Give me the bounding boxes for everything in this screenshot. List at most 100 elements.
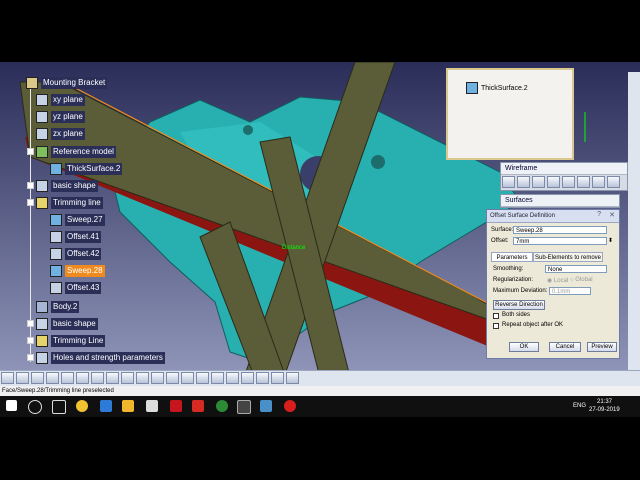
tree-item[interactable]: Sweep.28: [50, 264, 105, 278]
explorer-icon[interactable]: [122, 400, 134, 412]
expand-toggle[interactable]: [27, 354, 34, 361]
expand-toggle[interactable]: [27, 199, 34, 206]
tab-parameters[interactable]: Parameters: [491, 252, 533, 262]
tree-item[interactable]: Holes and strength parameters: [36, 351, 165, 365]
reg-local-radio[interactable]: ◉ Local: [547, 277, 568, 284]
redo-icon[interactable]: [121, 372, 134, 384]
cancel-button[interactable]: Cancel: [549, 342, 581, 352]
iso-view-icon[interactable]: [226, 372, 239, 384]
language-indicator[interactable]: ENG: [573, 403, 586, 409]
expand-toggle[interactable]: [27, 148, 34, 155]
shading-icon[interactable]: [241, 372, 254, 384]
tab-sub-elements[interactable]: Sub-Elements to remove: [533, 252, 603, 262]
tree-item-label: Offset.43: [65, 282, 102, 294]
offset-field[interactable]: 7mm: [513, 237, 607, 245]
app-icon[interactable]: [216, 400, 228, 412]
tree-item-label: zx plane: [51, 128, 85, 140]
helix-icon[interactable]: [592, 176, 605, 188]
new-icon[interactable]: [1, 372, 14, 384]
reg-global-radio[interactable]: ○ Global: [570, 277, 593, 283]
task-view-icon[interactable]: [52, 400, 66, 414]
reg-global-label: Global: [575, 277, 593, 283]
body-icon: [36, 301, 48, 313]
tree-item[interactable]: basic shape: [36, 179, 98, 193]
tree-item[interactable]: ThickSurface.2: [50, 162, 123, 176]
tree-item[interactable]: zx plane: [36, 127, 85, 141]
repeat-object-checkbox[interactable]: [493, 323, 499, 329]
expand-toggle[interactable]: [27, 337, 34, 344]
search-icon[interactable]: [28, 400, 42, 414]
reverse-direction-button[interactable]: Reverse Direction: [493, 300, 545, 310]
windows-start-icon[interactable]: [6, 400, 17, 411]
clock-date[interactable]: 27-09-2019: [589, 407, 620, 413]
preview-item: ThickSurface.2: [466, 82, 528, 94]
open-icon[interactable]: [16, 372, 29, 384]
tree-item-label: Reference model: [51, 146, 116, 158]
smoothing-select[interactable]: None: [545, 265, 607, 273]
paste-icon[interactable]: [91, 372, 104, 384]
zoom-out-icon[interactable]: [196, 372, 209, 384]
offset-label: Offset:: [491, 238, 509, 244]
circle-icon[interactable]: [562, 176, 575, 188]
close-icon[interactable]: ✕: [609, 211, 615, 219]
surface-field[interactable]: Sweep.28: [513, 226, 607, 234]
catia-taskbar-icon[interactable]: [237, 400, 251, 414]
measure-icon[interactable]: [286, 372, 299, 384]
tree-item[interactable]: yz plane: [36, 110, 85, 124]
undo-icon[interactable]: [106, 372, 119, 384]
plane-icon[interactable]: [532, 176, 545, 188]
hide-show-icon[interactable]: [256, 372, 269, 384]
spinner-icon[interactable]: ⬍: [608, 237, 613, 244]
tree-item[interactable]: Offset.41: [50, 230, 102, 244]
chrome-icon[interactable]: [76, 400, 88, 412]
point-icon[interactable]: [502, 176, 515, 188]
tree-item[interactable]: Body.2: [36, 300, 80, 314]
preview-window[interactable]: ThickSurface.2: [446, 68, 574, 160]
netflix-icon[interactable]: [170, 400, 182, 412]
preview-label: Preview: [591, 344, 613, 350]
copy-icon[interactable]: [76, 372, 89, 384]
tree-item[interactable]: Offset.42: [50, 247, 102, 261]
right-toolbar[interactable]: [628, 72, 640, 402]
recorder-icon[interactable]: [284, 400, 296, 412]
rotate-icon[interactable]: [166, 372, 179, 384]
tree-item[interactable]: Sweep.27: [50, 213, 105, 227]
help-icon[interactable]: ?: [597, 211, 601, 218]
offset-icon: [50, 282, 62, 294]
max-deviation-field[interactable]: 0.1mm: [549, 287, 591, 295]
swap-space-icon[interactable]: [271, 372, 284, 384]
specification-tree: Mounting Bracket xy plane yz plane zx pl…: [0, 62, 200, 372]
ok-button[interactable]: OK: [509, 342, 539, 352]
spline-icon[interactable]: [577, 176, 590, 188]
curve-icon[interactable]: [607, 176, 620, 188]
pan-icon[interactable]: [151, 372, 164, 384]
print-icon[interactable]: [46, 372, 59, 384]
expand-toggle[interactable]: [27, 182, 34, 189]
app-icon[interactable]: [260, 400, 272, 412]
tree-item[interactable]: Trimming Line: [36, 334, 106, 348]
tree-item[interactable]: basic shape: [36, 317, 98, 331]
expand-toggle[interactable]: [27, 320, 34, 327]
tree-item[interactable]: Reference model: [36, 145, 116, 159]
mail-icon[interactable]: [146, 400, 158, 412]
tree-root[interactable]: Mounting Bracket: [26, 76, 108, 90]
distance-label: Distance: [282, 245, 306, 251]
plane-icon: [36, 128, 48, 140]
projection-icon[interactable]: [547, 176, 560, 188]
edge-icon[interactable]: [100, 400, 112, 412]
zoom-in-icon[interactable]: [181, 372, 194, 384]
both-sides-checkbox[interactable]: [493, 313, 499, 319]
clock-time[interactable]: 21:37: [597, 399, 612, 405]
tree-item[interactable]: xy plane: [36, 93, 85, 107]
fit-all-icon[interactable]: [136, 372, 149, 384]
cut-icon[interactable]: [61, 372, 74, 384]
acrobat-icon[interactable]: [192, 400, 204, 412]
line-icon[interactable]: [517, 176, 530, 188]
reg-local-label: Local: [553, 278, 569, 284]
save-icon[interactable]: [31, 372, 44, 384]
tree-item[interactable]: Trimming line: [36, 196, 103, 210]
preview-button[interactable]: Preview: [587, 342, 617, 352]
tree-item[interactable]: Offset.43: [50, 281, 102, 295]
tree-item-label: yz plane: [51, 111, 85, 123]
normal-view-icon[interactable]: [211, 372, 224, 384]
